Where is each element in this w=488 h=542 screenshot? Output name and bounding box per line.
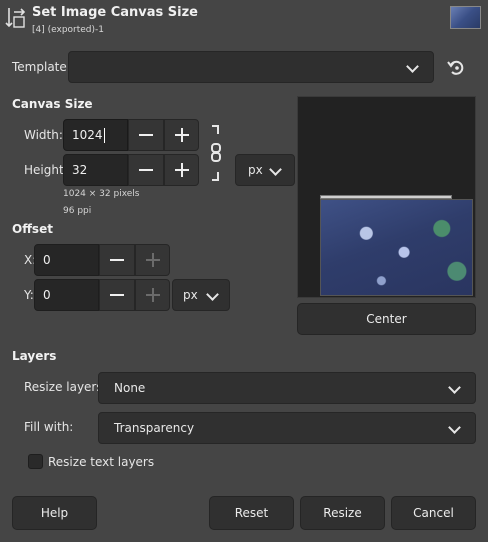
text-caret	[103, 128, 105, 143]
fill-with-label: Fill with:	[24, 420, 74, 434]
reset-icon	[447, 60, 464, 75]
resize-layers-value: None	[114, 381, 146, 395]
image-preview[interactable]	[320, 199, 473, 296]
offset-heading: Offset	[12, 222, 53, 236]
width-label: Width:	[24, 128, 63, 142]
height-value: 32	[72, 163, 88, 177]
resize-button[interactable]: Resize	[300, 496, 385, 530]
resize-layers-label: Resize layers:	[24, 380, 107, 394]
offset-y-decrease-button[interactable]	[99, 279, 135, 311]
resize-text-layers-checkbox[interactable]	[28, 454, 43, 469]
cancel-button[interactable]: Cancel	[391, 496, 476, 530]
height-input[interactable]: 32	[63, 154, 128, 186]
image-thumbnail	[450, 6, 481, 29]
chain-icon	[211, 125, 221, 181]
chevron-down-icon	[206, 288, 219, 301]
width-input[interactable]: 1024	[63, 119, 128, 151]
minus-icon	[139, 134, 153, 136]
minus-icon	[110, 294, 124, 296]
reset-template-button[interactable]	[444, 56, 468, 80]
offset-y-input[interactable]: 0	[34, 279, 99, 311]
resize-layers-select[interactable]: None	[98, 372, 476, 404]
fill-with-select[interactable]: Transparency	[98, 412, 476, 444]
chevron-down-icon	[448, 381, 461, 394]
offset-y-value: 0	[43, 288, 51, 302]
offset-y-increase-button[interactable]	[135, 279, 170, 311]
minus-icon	[110, 259, 124, 261]
canvas-unit-value: px	[248, 163, 263, 177]
chevron-down-icon	[269, 163, 282, 176]
chain-toggle[interactable]	[206, 122, 226, 184]
dialog-subtitle: [4] (exported)-1	[32, 25, 105, 35]
height-decrease-button[interactable]	[128, 154, 164, 186]
canvas-unit-select[interactable]: px	[235, 154, 295, 186]
chevron-down-icon	[406, 60, 419, 73]
offset-x-input[interactable]: 0	[34, 244, 99, 276]
size-info: 1024 × 32 pixels	[63, 189, 140, 199]
height-increase-button[interactable]	[164, 154, 199, 186]
resize-text-layers-label[interactable]: Resize text layers	[48, 455, 154, 469]
template-label: Template:	[12, 60, 71, 74]
center-button[interactable]: Center	[297, 303, 476, 335]
minus-icon	[139, 169, 153, 171]
layers-heading: Layers	[12, 349, 57, 363]
dialog-icon	[4, 6, 26, 30]
template-combo[interactable]	[68, 51, 434, 83]
chevron-down-icon	[448, 421, 461, 434]
offset-unit-select[interactable]: px	[172, 279, 230, 311]
width-value: 1024	[72, 128, 103, 142]
offset-x-increase-button[interactable]	[135, 244, 170, 276]
help-button[interactable]: Help	[12, 496, 97, 530]
width-increase-button[interactable]	[164, 119, 199, 151]
canvas-size-heading: Canvas Size	[12, 97, 93, 111]
height-label: Height:	[24, 163, 68, 177]
offset-unit-value: px	[183, 288, 198, 302]
resolution-info: 96 ppi	[63, 206, 92, 216]
dialog-title: Set Image Canvas Size	[32, 5, 199, 20]
fill-with-value: Transparency	[114, 421, 195, 435]
offset-y-label: Y:	[24, 288, 34, 302]
offset-x-value: 0	[43, 253, 51, 267]
reset-button[interactable]: Reset	[209, 496, 294, 530]
width-decrease-button[interactable]	[128, 119, 164, 151]
offset-x-decrease-button[interactable]	[99, 244, 135, 276]
